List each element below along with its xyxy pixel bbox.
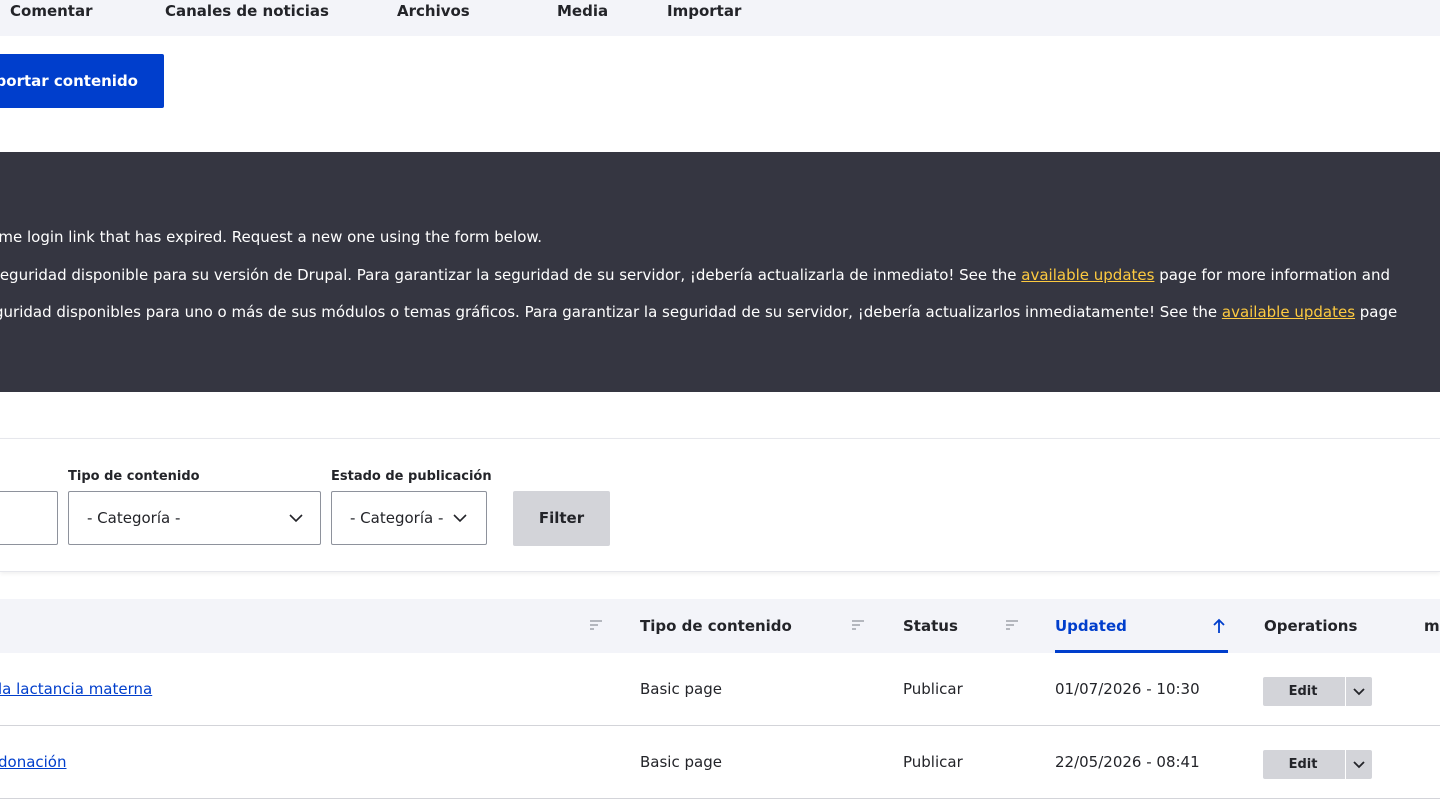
messages-panel: one-time login link that has expired. Re…	[0, 152, 1440, 392]
column-header-operations: Operations	[1264, 617, 1358, 635]
publication-status-label: Estado de publicación	[331, 469, 492, 484]
tab-archivos[interactable]: Archivos	[397, 0, 470, 24]
message-text: page	[1355, 303, 1398, 321]
edit-button[interactable]: Edit	[1263, 677, 1343, 706]
filter-button[interactable]: Filter	[513, 491, 610, 546]
table-row: donación Basic page Publicar 22/05/2026 …	[0, 726, 1440, 799]
operations-toggle[interactable]	[1346, 750, 1372, 779]
content-filter-form: Tipo de contenido - Categoría - Estado d…	[0, 438, 1440, 572]
secondary-tab-bar: Comentar Canales de noticias Archivos Me…	[0, 0, 1440, 36]
message-text: seguridad disponible para su versión de …	[0, 266, 1022, 284]
available-updates-link[interactable]: available updates	[1021, 266, 1154, 284]
import-content-button[interactable]: Importar contenido	[0, 54, 164, 108]
tab-media[interactable]: Media	[557, 0, 608, 24]
content-title-link[interactable]: la lactancia materna	[0, 680, 152, 698]
message-module-security: guridad disponibles para uno o más de su…	[0, 302, 1397, 322]
content-type-label: Tipo de contenido	[68, 469, 200, 484]
tab-comentar[interactable]: Comentar	[10, 0, 93, 24]
tab-importar[interactable]: Importar	[667, 0, 741, 24]
status-cell: Publicar	[903, 753, 963, 771]
message-login-link: one-time login link that has expired. Re…	[0, 228, 543, 246]
content-type-value: - Categoría -	[87, 509, 181, 527]
updated-cell: 22/05/2026 - 08:41	[1055, 753, 1200, 771]
arrow-up-icon[interactable]	[1212, 618, 1226, 634]
column-header-updated[interactable]: Updated	[1055, 599, 1127, 653]
tab-canales-de-noticias[interactable]: Canales de noticias	[165, 0, 329, 24]
chevron-down-icon	[452, 510, 468, 526]
operations-dropbutton: Edit	[1263, 677, 1372, 706]
edit-button[interactable]: Edit	[1263, 750, 1343, 779]
title-filter-input[interactable]	[0, 491, 58, 545]
column-header-content-type[interactable]: Tipo de contenido	[640, 599, 792, 653]
content-type-cell: Basic page	[640, 753, 722, 771]
available-updates-link[interactable]: available updates	[1222, 303, 1355, 321]
chevron-down-icon	[289, 514, 303, 523]
column-header-extra: m	[1424, 617, 1440, 635]
operations-toggle[interactable]	[1346, 677, 1372, 706]
operations-dropbutton: Edit	[1263, 750, 1372, 779]
sort-icon[interactable]	[590, 620, 602, 630]
chevron-down-icon	[1353, 688, 1365, 696]
chevron-down-icon	[1353, 761, 1365, 769]
content-title-link[interactable]: donación	[0, 753, 67, 771]
table-row: la lactancia materna Basic page Publicar…	[0, 653, 1440, 726]
publication-status-value: - Categoría -	[350, 509, 444, 527]
content-type-cell: Basic page	[640, 680, 722, 698]
content-type-select[interactable]: - Categoría -	[68, 491, 321, 545]
column-header-status[interactable]: Status	[903, 599, 958, 653]
updated-cell: 01/07/2026 - 10:30	[1055, 680, 1200, 698]
sort-icon[interactable]	[852, 620, 864, 630]
message-text: guridad disponibles para uno o más de su…	[0, 303, 1222, 321]
publication-status-select[interactable]: - Categoría -	[331, 491, 487, 545]
table-header: Tipo de contenido Status Updated Operati…	[0, 599, 1440, 653]
sort-icon[interactable]	[1006, 620, 1018, 630]
message-text: page for more information and	[1154, 266, 1391, 284]
message-core-security: seguridad disponible para su versión de …	[0, 265, 1390, 285]
status-cell: Publicar	[903, 680, 963, 698]
